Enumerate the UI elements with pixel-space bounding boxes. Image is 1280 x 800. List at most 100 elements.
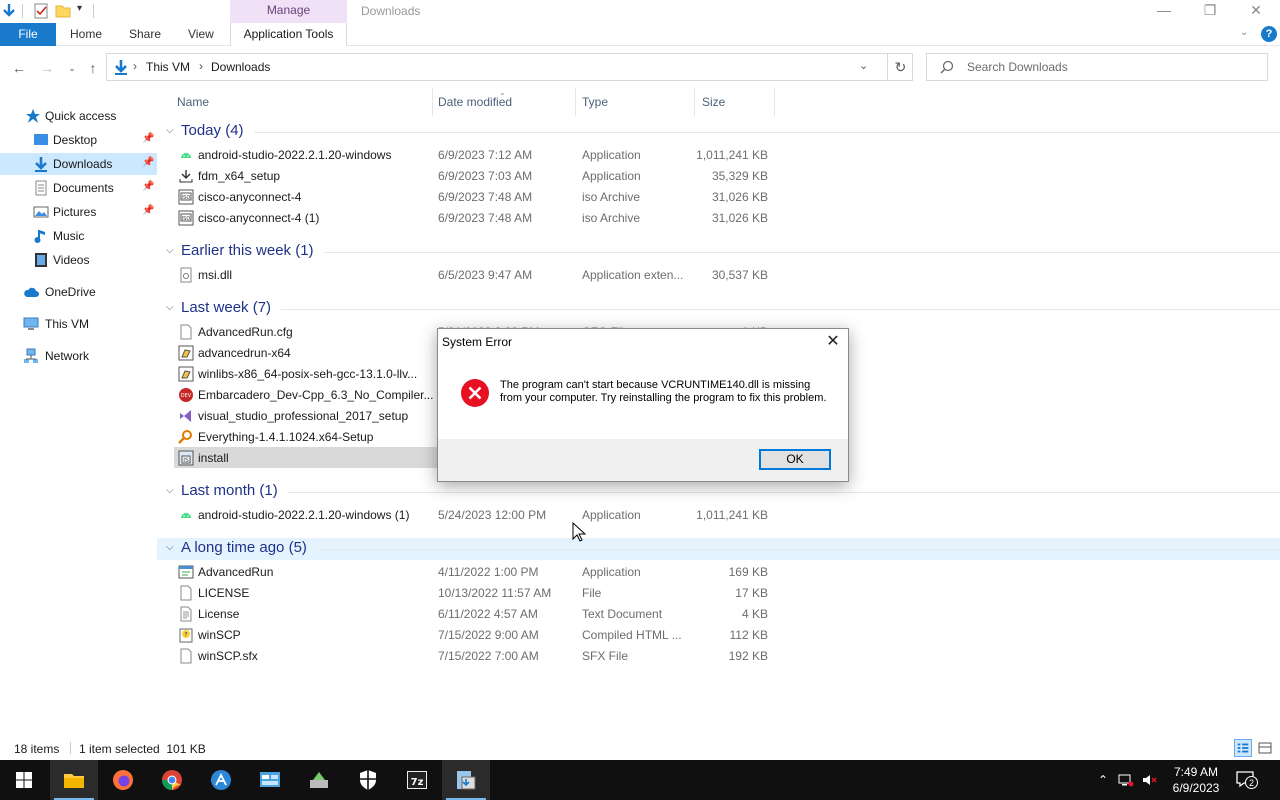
taskbar-setup-tool[interactable] (295, 760, 343, 800)
ribbon-expand-icon[interactable]: ⌄ (1240, 27, 1248, 38)
zip-archive-icon (178, 345, 194, 361)
sidebar-item-pictures[interactable]: Pictures 📌 (0, 201, 157, 223)
group-header[interactable]: ⌵ Last week (7) (157, 298, 1280, 320)
column-divider[interactable] (694, 88, 695, 116)
search-input[interactable] (967, 58, 1257, 76)
tab-file[interactable]: File (0, 23, 56, 46)
collapse-chevron-icon[interactable]: ⌵ (166, 125, 174, 136)
sidebar-item-quick-access[interactable]: Quick access (0, 105, 157, 127)
control-panel-icon (260, 772, 280, 787)
breadcrumb-downloads[interactable]: Downloads (211, 60, 270, 74)
address-dropdown-icon[interactable]: ⌄ (859, 59, 868, 72)
tab-manage[interactable]: Manage (230, 0, 347, 23)
sidebar-item-desktop[interactable]: Desktop 📌 (0, 129, 157, 151)
file-row[interactable]: fdm_x64_setup 6/9/2023 7:03 AM Application… (174, 165, 774, 186)
network-status-icon[interactable] (1118, 772, 1134, 788)
collapse-chevron-icon[interactable]: ⌵ (166, 302, 174, 313)
file-size: 1,011,241 KB (696, 508, 768, 522)
collapse-chevron-icon[interactable]: ⌵ (166, 485, 174, 496)
ok-button[interactable]: OK (759, 449, 831, 470)
file-row[interactable]: License 6/11/2022 4:57 AM Text Document 4 K… (174, 603, 774, 624)
sidebar-item-documents[interactable]: Documents 📌 (0, 177, 157, 199)
pin-icon[interactable]: 📌 (142, 133, 154, 144)
pin-icon[interactable]: 📌 (142, 157, 154, 168)
pin-icon[interactable]: 📌 (142, 181, 154, 192)
sidebar-item-downloads[interactable]: Downloads 📌 (0, 153, 157, 175)
sidebar-item-onedrive[interactable]: OneDrive (0, 281, 157, 303)
tab-application-tools[interactable]: Application Tools (230, 23, 347, 46)
close-window-button[interactable]: ✕ (1233, 0, 1279, 23)
file-row[interactable]: msi.dll 6/5/2023 9:47 AM Application exten… (174, 264, 774, 285)
download-arrow-icon[interactable] (1, 3, 17, 19)
group-header[interactable]: ⌵ Earlier this week (1) (157, 241, 1280, 263)
up-arrow-icon[interactable]: ↑ (83, 58, 103, 78)
search-box[interactable] (926, 53, 1268, 81)
show-hidden-icons-chevron-icon[interactable]: ⌃ (1095, 772, 1111, 788)
taskbar-file-explorer[interactable] (50, 760, 98, 800)
dialog-close-button[interactable]: ✕ (822, 332, 844, 352)
file-row[interactable]: ISO cisco-anyconnect-4 (1) 6/9/2023 7:48 A… (174, 207, 774, 228)
tab-view[interactable]: View (188, 23, 214, 46)
tab-share[interactable]: Share (129, 23, 161, 46)
file-row[interactable]: winSCP.sfx 7/15/2022 7:00 AM SFX File 192 K… (174, 645, 774, 666)
chm-help-icon: ? (179, 628, 193, 643)
forward-arrow-icon[interactable]: → (37, 58, 57, 78)
maximize-button[interactable]: ❐ (1187, 0, 1233, 23)
taskbar-7zip[interactable]: 7z (393, 760, 441, 800)
minimize-button[interactable]: — (1141, 0, 1187, 23)
sidebar-item-this-vm[interactable]: This VM (0, 313, 157, 335)
help-button[interactable]: ? (1261, 26, 1277, 42)
large-icons-view-icon[interactable] (1256, 739, 1274, 757)
breadcrumb-separator-icon[interactable]: › (133, 59, 137, 73)
column-header-type[interactable]: Type (582, 95, 608, 109)
breadcrumb-separator-icon[interactable]: › (199, 59, 203, 73)
taskbar-control-panel[interactable] (246, 760, 294, 800)
new-folder-icon[interactable] (55, 3, 71, 19)
file-row[interactable]: ? winSCP 7/15/2022 9:00 AM Compiled HTML ..… (174, 624, 774, 645)
taskbar-firefox[interactable] (99, 760, 147, 800)
notification-center-button[interactable]: 2 (1236, 770, 1258, 790)
breadcrumb-this-vm[interactable]: This VM (146, 60, 190, 74)
column-header-date-modified[interactable]: Date modified (438, 95, 512, 109)
file-size: 192 KB (728, 649, 768, 663)
sidebar-item-network[interactable]: Network (0, 345, 157, 367)
security-shield-icon (360, 770, 376, 790)
downloads-folder-icon (115, 60, 127, 75)
address-bar[interactable]: › This VM › Downloads ⌄ ↻ (106, 53, 913, 81)
file-name: msi.dll (198, 268, 233, 282)
sidebar-item-music[interactable]: Music (0, 225, 157, 247)
file-row[interactable]: android-studio-2022.2.1.20-windows 6/9/20… (174, 144, 774, 165)
group-header[interactable]: ⌵ A long time ago (5) (157, 538, 1280, 560)
properties-icon[interactable] (33, 3, 49, 19)
column-divider[interactable] (575, 88, 576, 116)
clock[interactable]: 7:49 AM 6/9/2023 (1168, 764, 1224, 796)
file-row[interactable]: android-studio-2022.2.1.20-windows (1) 5/… (174, 504, 774, 525)
column-divider[interactable] (774, 88, 775, 116)
column-header-name[interactable]: Name (177, 95, 209, 109)
taskbar-security[interactable] (344, 760, 392, 800)
column-header-size[interactable]: Size (702, 95, 725, 109)
tab-home[interactable]: Home (70, 23, 102, 46)
navigation-row: ← → ⌄ ↑ › This VM › Downloads ⌄ ↻ (0, 46, 1280, 88)
volume-muted-icon[interactable] (1141, 772, 1157, 788)
back-arrow-icon[interactable]: ← (9, 58, 29, 78)
collapse-chevron-icon[interactable]: ⌵ (166, 245, 174, 256)
file-row[interactable]: ISO cisco-anyconnect-4 6/9/2023 7:48 AM iso… (174, 186, 774, 207)
taskbar-installer-app[interactable] (442, 760, 490, 800)
details-view-icon[interactable] (1234, 739, 1252, 757)
onedrive-cloud-icon (24, 287, 39, 297)
group-header[interactable]: ⌵ Today (4) (157, 121, 1280, 143)
file-row[interactable]: LICENSE 10/13/2022 11:57 AM File 17 KB (174, 582, 774, 603)
refresh-button[interactable]: ↻ (887, 54, 913, 80)
collapse-chevron-icon[interactable]: ⌵ (166, 542, 174, 553)
pin-icon[interactable]: 📌 (142, 205, 154, 216)
quick-access-customize-icon[interactable]: ▾ (77, 3, 82, 14)
start-button[interactable] (0, 760, 48, 800)
file-row[interactable]: AdvancedRun 4/11/2022 1:00 PM Application 1… (174, 561, 774, 582)
group-header[interactable]: ⌵ Last month (1) (157, 481, 1280, 503)
taskbar-app-installer[interactable] (197, 760, 245, 800)
sidebar-item-videos[interactable]: Videos (0, 249, 157, 271)
taskbar-chrome[interactable] (148, 760, 196, 800)
recent-locations-chevron-icon[interactable]: ⌄ (62, 58, 82, 78)
column-divider[interactable] (432, 88, 433, 116)
